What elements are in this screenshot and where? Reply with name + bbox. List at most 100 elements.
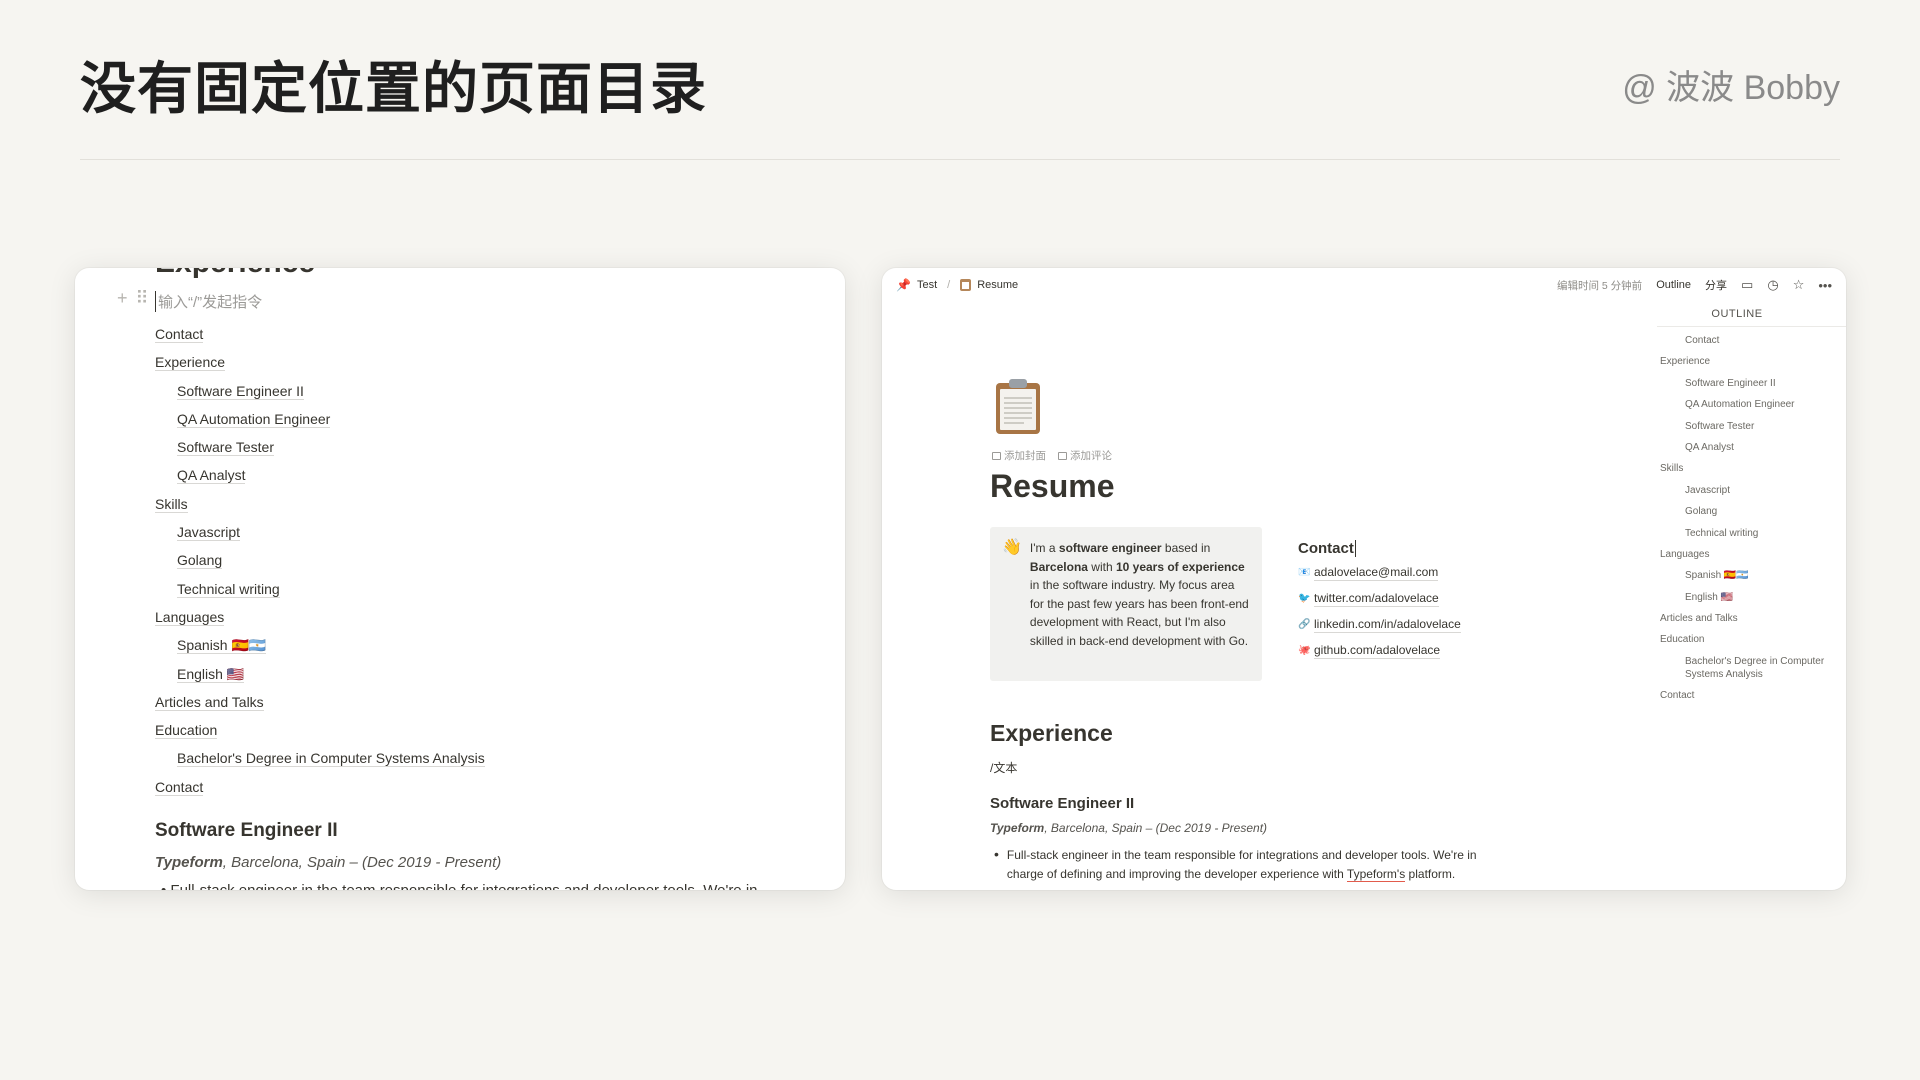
toc-item[interactable]: Languages [155, 607, 485, 635]
outline-item-label: Javascript [1685, 484, 1731, 496]
outline-item-label: QA Analyst [1685, 441, 1734, 453]
outline-item[interactable]: Golang [1660, 505, 1840, 518]
company-name: Typeform [155, 854, 223, 871]
callout-bold-text: 10 years of experience [1115, 559, 1245, 574]
toc-item[interactable]: Javascript [155, 522, 485, 550]
toc-item[interactable]: Bachelor's Degree in Computer Systems An… [155, 748, 485, 776]
add-comment-button[interactable]: 添加评论 [1058, 448, 1112, 463]
outline-item[interactable]: Experience [1660, 355, 1840, 368]
outline-item[interactable]: Technical writing [1660, 527, 1840, 540]
outline-item-label: QA Automation Engineer [1685, 399, 1795, 411]
callout-text-run: with [1087, 559, 1116, 574]
cut-bullet-text: Full-stack engineer in the team responsi… [170, 882, 757, 890]
outline-item[interactable]: English 🇺🇸 [1660, 591, 1840, 604]
job-title: Software Engineer II [990, 795, 1135, 812]
outline-item[interactable]: Bachelor's Degree in Computer Systems An… [1660, 655, 1840, 681]
toc-item[interactable]: Education [155, 720, 485, 748]
toc-item[interactable]: Contact [155, 324, 485, 352]
breadcrumb: 📌 Test / Resume [896, 278, 1018, 292]
add-cover-button[interactable]: 添加封面 [992, 448, 1046, 463]
contact-link[interactable]: 🔗 linkedin.com/in/adalovelace [1298, 616, 1461, 633]
toc-item-label: Articles and Talks [155, 693, 264, 711]
outline-item[interactable]: Education [1660, 633, 1840, 646]
toc-item[interactable]: English 🇺🇸 [155, 664, 485, 692]
outline-item-label: Experience [1660, 356, 1711, 368]
outline-item[interactable]: Javascript [1660, 484, 1840, 497]
more-icon[interactable]: ••• [1818, 278, 1832, 293]
comment-icon[interactable]: ▭ [1741, 277, 1753, 293]
outline-item-label: English 🇺🇸 [1685, 591, 1734, 603]
outline-item-label: Articles and Talks [1660, 613, 1738, 625]
outline-item[interactable]: Skills [1660, 462, 1840, 475]
contact-heading-text: Contact [1298, 540, 1354, 557]
contact-icon: 🐦 [1298, 592, 1311, 604]
intro-callout[interactable]: 👋 I'm a software engineer based in Barce… [990, 527, 1262, 681]
outline-item-label: Software Tester [1685, 420, 1755, 432]
toc-item[interactable]: Contact [155, 777, 485, 805]
right-screenshot-card: 📌 Test / Resume 编辑时间 5 分钟前 Outline 分享 ▭ … [882, 268, 1846, 890]
bullet-dot: • [994, 846, 999, 862]
breadcrumb-item-resume[interactable]: Resume [977, 279, 1018, 291]
outline-button[interactable]: Outline [1656, 279, 1691, 291]
breadcrumb-item-test[interactable]: Test [917, 279, 937, 291]
toc-item-label: Javascript [177, 524, 241, 542]
add-comment-label: 添加评论 [1070, 450, 1112, 462]
outline-item[interactable]: Articles and Talks [1660, 612, 1840, 625]
outline-divider [1657, 326, 1846, 327]
slash-command-text[interactable]: /文本 [990, 759, 1017, 776]
outline-item[interactable]: Spanish 🇪🇸🇦🇷 [1660, 569, 1840, 582]
callout-text-run: I'm a [1029, 541, 1059, 555]
comment-small-icon [1058, 451, 1067, 460]
page-title[interactable]: Resume [990, 468, 1115, 505]
clock-icon[interactable]: ◷ [1767, 277, 1778, 293]
outline-item[interactable]: Software Tester [1660, 420, 1840, 433]
toc-item-label: Contact [155, 778, 204, 796]
toc-item-label: QA Analyst [177, 467, 246, 485]
callout-text-run: based in [1161, 541, 1211, 555]
toc-item[interactable]: Software Tester [155, 437, 485, 465]
outline-item[interactable]: Languages [1660, 548, 1840, 561]
share-button[interactable]: 分享 [1705, 277, 1727, 293]
slide-title: 没有固定位置的页面目录 [80, 57, 707, 122]
toc-item[interactable]: Skills [155, 494, 485, 522]
contact-link-text: github.com/adalovelace [1314, 643, 1441, 659]
bullet-link-typeform[interactable]: Typeform's [1346, 867, 1406, 882]
slide-author: @ 波波 Bobby [1622, 69, 1840, 107]
bullet-text-after: platform. [1405, 867, 1456, 881]
outline-item-label: Bachelor's Degree in Computer Systems An… [1685, 655, 1825, 680]
star-icon[interactable]: ☆ [1793, 277, 1805, 293]
toc-item[interactable]: Technical writing [155, 579, 485, 607]
contact-link[interactable]: 🐦 twitter.com/adalovelace [1298, 590, 1461, 607]
plus-icon[interactable]: + [117, 288, 128, 309]
outline-item[interactable]: Contact [1660, 689, 1840, 702]
contact-heading[interactable]: Contact [1298, 540, 1356, 557]
job-detail: , Barcelona, Spain – (Dec 2019 - Present… [1044, 821, 1268, 835]
toc-item[interactable]: Golang [155, 550, 485, 578]
toc-item-label: Spanish 🇪🇸🇦🇷 [177, 637, 267, 655]
clipboard-page-icon[interactable] [994, 378, 1042, 436]
drag-handle-icon[interactable]: ⠿ [136, 288, 149, 309]
block-handle[interactable]: + ⠿ [117, 288, 149, 309]
toc-item[interactable]: Articles and Talks [155, 692, 485, 720]
contact-link-text: twitter.com/adalovelace [1314, 591, 1439, 607]
job-bullet: • Full-stack engineer in the team respon… [994, 846, 1514, 884]
outline-item-label: Technical writing [1685, 527, 1759, 539]
command-input-placeholder[interactable]: 输入“/”发起指令 [155, 291, 262, 312]
outline-item[interactable]: Software Engineer II [1660, 377, 1840, 390]
toc-item[interactable]: QA Automation Engineer [155, 409, 485, 437]
toc-item-label: Software Tester [177, 439, 275, 457]
outline-item[interactable]: QA Automation Engineer [1660, 398, 1840, 411]
toc-item[interactable]: Spanish 🇪🇸🇦🇷 [155, 635, 485, 663]
contact-link-text: adalovelace@mail.com [1314, 565, 1439, 581]
contact-link[interactable]: 🐙 github.com/adalovelace [1298, 642, 1461, 659]
contact-link[interactable]: 📧 adalovelace@mail.com [1298, 564, 1461, 581]
outline-item-label: Software Engineer II [1685, 377, 1776, 389]
toc-item-label: QA Automation Engineer [177, 410, 331, 428]
toc-item-label: Bachelor's Degree in Computer Systems An… [177, 750, 485, 768]
toc-item[interactable]: Experience [155, 352, 485, 380]
toc-item[interactable]: Software Engineer II [155, 381, 485, 409]
outline-item[interactable]: Contact [1660, 334, 1840, 347]
outline-item[interactable]: QA Analyst [1660, 441, 1840, 454]
toc-item[interactable]: QA Analyst [155, 465, 485, 493]
toc-item-label: Golang [177, 552, 223, 570]
